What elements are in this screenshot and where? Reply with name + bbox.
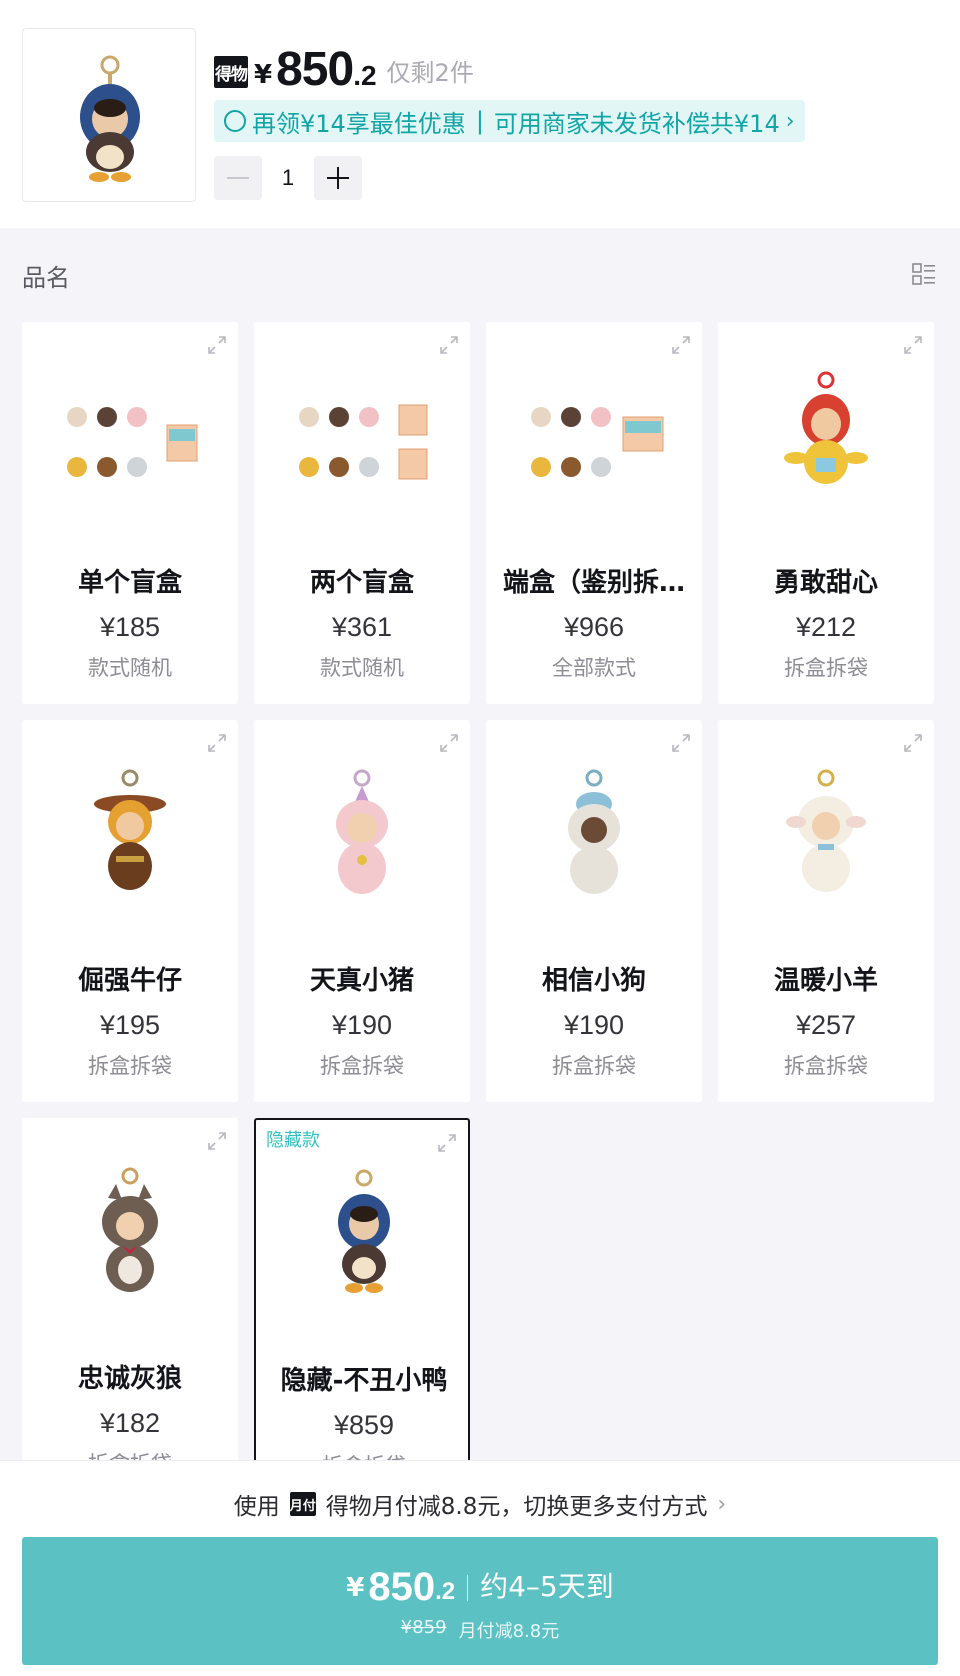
original-price: ¥859 (400, 1617, 447, 1638)
product-price: ¥182 (99, 1408, 161, 1438)
product-variant-note: 拆盒拆袋 (88, 1054, 172, 1078)
product-image (718, 342, 934, 532)
product-image (22, 740, 238, 930)
quantity-stepper: 1 (214, 156, 362, 200)
monthly-pay-badge: 月付 (289, 1492, 316, 1516)
product-price: ¥361 (331, 612, 393, 642)
product-variant-note: 款式随机 (320, 656, 404, 680)
payment-method-switch[interactable]: 使用 月付 得物月付减8.8元，切换更多支付方式 › (0, 1487, 960, 1521)
product-name: 端盒（鉴别拆… (502, 568, 685, 598)
product-name: 天真小猪 (309, 966, 414, 996)
product-variant-note: 拆盒拆袋 (552, 1054, 636, 1078)
product-card[interactable]: 温暖小羊 ¥257 拆盒拆袋 (718, 720, 934, 1102)
product-card[interactable]: 天真小猪 ¥190 拆盒拆袋 (254, 720, 470, 1102)
coupon-divider: | (475, 107, 484, 135)
plus-icon (327, 167, 349, 189)
product-card[interactable]: 倔强牛仔 ¥195 拆盒拆袋 (22, 720, 238, 1102)
product-image (718, 740, 934, 930)
product-card[interactable]: 勇敢甜心 ¥212 拆盒拆袋 (718, 322, 934, 704)
product-name: 相信小狗 (541, 966, 646, 996)
circle-icon (224, 110, 246, 132)
increase-quantity-button[interactable] (314, 156, 362, 200)
dewu-brand-badge: 得物 (214, 56, 248, 88)
price-row: 得物 ¥ 850 .2 仅剩2件 (214, 44, 474, 94)
product-grid: 单个盲盒 ¥185 款式随机 两个盲盒 ¥361 款式随机 端盒（鉴别拆… ¥9… (22, 322, 934, 1500)
product-price: ¥966 (563, 612, 625, 642)
payment-offer-text: 得物月付减8.8元，切换更多支付方式 (325, 1494, 708, 1520)
coupon-offer-text: 再领¥14享最佳优惠 (252, 109, 466, 138)
selected-product-thumbnail[interactable] (22, 28, 196, 202)
compensation-text: 可用商家未发货补偿共¥14 (493, 109, 780, 138)
product-card[interactable]: 相信小狗 ¥190 拆盒拆袋 (486, 720, 702, 1102)
buy-currency: ¥ (346, 1573, 365, 1603)
product-variant-note: 拆盒拆袋 (320, 1054, 404, 1078)
pay-prefix: 使用 (233, 1494, 280, 1520)
stock-remaining: 仅剩2件 (386, 59, 474, 87)
product-name: 隐藏-不丑小鸭 (280, 1366, 448, 1396)
product-card[interactable]: 两个盲盒 ¥361 款式随机 (254, 322, 470, 704)
product-card[interactable]: 单个盲盒 ¥185 款式随机 (22, 322, 238, 704)
product-image (486, 740, 702, 930)
price-decimal: .2 (353, 60, 377, 91)
price-integer: 850 (276, 43, 354, 96)
buy-price-integer: 850 (368, 1565, 436, 1609)
product-card[interactable]: 端盒（鉴别拆… ¥966 全部款式 (486, 322, 702, 704)
checkout-footer: 使用 月付 得物月付减8.8元，切换更多支付方式 › ¥ 850 .2 约4–5… (0, 1460, 960, 1676)
chevron-right-icon: › (717, 1491, 727, 1517)
list-view-icon[interactable] (912, 262, 936, 286)
divider (467, 1575, 469, 1601)
discount-note: 月付减8.8元 (458, 1621, 560, 1642)
product-price: ¥257 (795, 1010, 857, 1040)
product-price: ¥190 (563, 1010, 625, 1040)
product-card-selected[interactable]: 隐藏款 隐藏-不丑小鸭 ¥859 拆盒拆袋 (254, 1118, 470, 1500)
product-name: 忠诚灰狼 (77, 1364, 182, 1394)
decrease-quantity-button[interactable] (214, 156, 262, 200)
product-price: ¥185 (99, 612, 161, 642)
minus-icon (227, 177, 249, 179)
product-name: 倔强牛仔 (77, 966, 182, 996)
product-price: ¥859 (333, 1410, 395, 1440)
buy-button[interactable]: ¥ 850 .2 约4–5天到 ¥859 月付减8.8元 (22, 1537, 938, 1665)
buy-price-row: ¥ 850 .2 约4–5天到 (22, 1565, 938, 1607)
product-summary-header: 得物 ¥ 850 .2 仅剩2件 再领¥14享最佳优惠 | 可用商家未发货补偿共… (0, 0, 960, 228)
product-image (22, 1138, 238, 1328)
product-image (254, 342, 470, 532)
product-price: ¥212 (795, 612, 857, 642)
product-card[interactable]: 忠诚灰狼 ¥182 拆盒拆袋 (22, 1118, 238, 1500)
product-image (22, 342, 238, 532)
product-name: 单个盲盒 (77, 568, 182, 598)
product-price: ¥195 (99, 1010, 161, 1040)
buy-price-decimal: .2 (435, 1578, 456, 1605)
chevron-right-icon: › (785, 108, 795, 134)
duckling-doll-image (80, 55, 140, 182)
coupon-banner[interactable]: 再领¥14享最佳优惠 | 可用商家未发货补偿共¥14 › (214, 100, 805, 142)
currency-symbol: ¥ (254, 60, 273, 90)
product-variant-note: 全部款式 (552, 656, 636, 680)
product-image (486, 342, 702, 532)
product-price: ¥190 (331, 1010, 393, 1040)
buy-discount-row: ¥859 月付减8.8元 (22, 1617, 938, 1643)
product-name: 勇敢甜心 (773, 568, 878, 598)
delivery-estimate: 约4–5天到 (480, 1570, 614, 1603)
product-variant-note: 款式随机 (88, 656, 172, 680)
product-name: 温暖小羊 (773, 966, 878, 996)
product-image (254, 740, 470, 930)
section-title: 品名 (22, 264, 70, 292)
product-variant-note: 拆盒拆袋 (784, 656, 868, 680)
quantity-value: 1 (281, 165, 295, 190)
product-variant-note: 拆盒拆袋 (784, 1054, 868, 1078)
product-image (256, 1140, 472, 1330)
product-name: 两个盲盒 (309, 568, 414, 598)
